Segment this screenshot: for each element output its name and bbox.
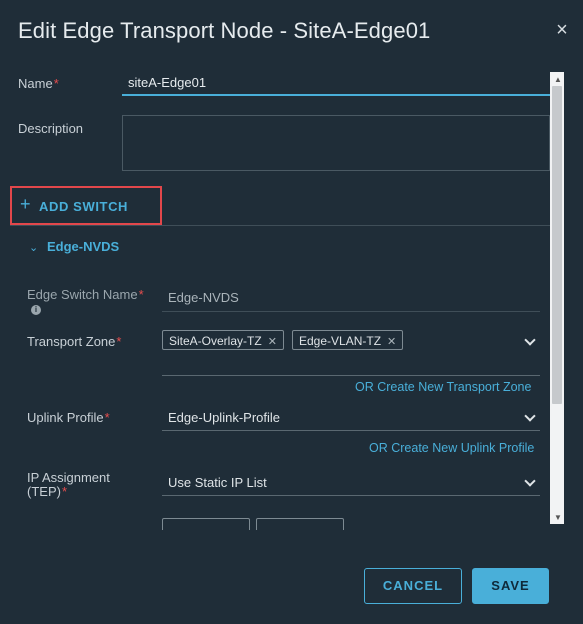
create-transport-zone-link[interactable]: OR Create New Transport Zone (355, 380, 531, 394)
chevron-down-icon[interactable] (524, 475, 536, 487)
edit-edge-transport-node-dialog: Edit Edge Transport Node - SiteA-Edge01 … (0, 0, 583, 624)
description-textarea[interactable] (122, 115, 550, 171)
close-icon[interactable]: × (554, 20, 570, 40)
ip-assignment-label-line2: (TEP) (27, 484, 61, 499)
required-marker: * (116, 334, 122, 349)
scrollbar[interactable]: ▲ ▼ (550, 72, 564, 524)
scrollbar-thumb[interactable] (552, 86, 562, 404)
description-label: Description (18, 121, 84, 136)
edge-switch-name-underline (162, 311, 540, 312)
uplink-profile-label-text: Uplink Profile (27, 410, 104, 425)
chip-label: Edge-VLAN-TZ (299, 334, 382, 348)
edge-switch-name-label-text: Edge Switch Name (27, 287, 138, 302)
transport-zone-chip[interactable]: Edge-VLAN-TZ ✕ (292, 330, 404, 350)
transport-zone-label: Transport Zone* (27, 334, 121, 349)
save-button[interactable]: SAVE (472, 568, 549, 604)
dialog-title: Edit Edge Transport Node - SiteA-Edge01 (18, 18, 431, 43)
cancel-button[interactable]: CANCEL (364, 568, 462, 604)
transport-zone-underline (162, 375, 540, 376)
plus-icon: + (20, 194, 31, 214)
ip-assignment-label: IP Assignment (TEP)* (27, 471, 110, 499)
uplink-profile-label: Uplink Profile* (27, 410, 110, 425)
info-icon[interactable]: i (31, 305, 41, 315)
create-uplink-profile-link[interactable]: OR Create New Uplink Profile (369, 441, 534, 455)
chip-label: SiteA-Overlay-TZ (169, 334, 262, 348)
edge-switch-name-label: Edge Switch Name* (27, 287, 144, 302)
switch-section-title[interactable]: Edge-NVDS (47, 239, 119, 254)
required-marker: * (138, 287, 144, 302)
scroll-up-icon[interactable]: ▲ (554, 75, 562, 84)
scroll-down-icon[interactable]: ▼ (554, 513, 562, 522)
chevron-down-icon[interactable] (524, 334, 536, 346)
edge-switch-name-value: Edge-NVDS (168, 290, 239, 305)
dialog-body: Name* siteA-Edge01 Description + ADD SWI… (0, 62, 583, 530)
remove-chip-icon[interactable]: ✕ (268, 336, 277, 348)
transport-zone-label-text: Transport Zone (27, 334, 116, 349)
uplink-profile-underline (162, 430, 540, 431)
required-marker: * (104, 410, 110, 425)
ip-assignment-underline (162, 495, 540, 496)
required-marker: * (53, 76, 59, 91)
transport-zone-chip[interactable]: SiteA-Overlay-TZ ✕ (162, 330, 284, 350)
ip-assignment-select[interactable]: Use Static IP List (168, 475, 267, 490)
remove-chip-icon[interactable]: ✕ (387, 336, 396, 348)
name-label: Name* (18, 76, 59, 91)
add-switch-button[interactable]: + ADD SWITCH (10, 186, 162, 225)
chevron-down-icon[interactable] (524, 410, 536, 422)
ip-pool-chip[interactable] (162, 518, 250, 530)
add-switch-label: ADD SWITCH (39, 199, 129, 214)
divider (10, 225, 550, 226)
name-input[interactable]: siteA-Edge01 (122, 70, 550, 96)
ip-pool-chip[interactable] (256, 518, 344, 530)
name-label-text: Name (18, 76, 53, 91)
required-marker: * (61, 484, 68, 499)
chevron-down-icon[interactable]: ⌄ (29, 241, 38, 254)
uplink-profile-select[interactable]: Edge-Uplink-Profile (168, 410, 280, 425)
ip-assignment-label-line1: IP Assignment (27, 470, 110, 485)
